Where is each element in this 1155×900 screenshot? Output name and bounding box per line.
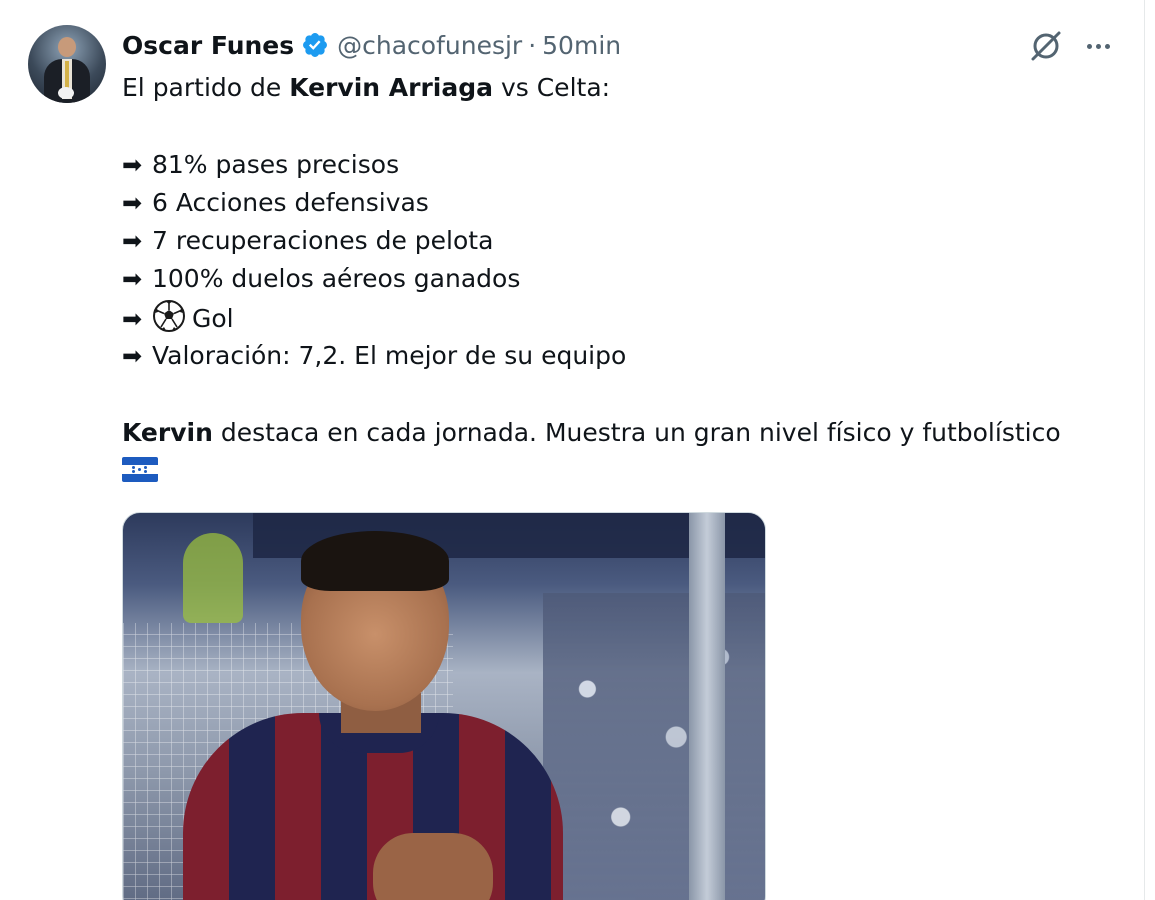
soccer-ball-emoji bbox=[153, 299, 185, 332]
closing-player-name: Kervin bbox=[122, 417, 213, 447]
stat-text: 81% pases precisos bbox=[152, 149, 400, 179]
closing-text: destaca en cada jornada. Muestra un gran… bbox=[212, 417, 1061, 447]
honduras-flag-emoji bbox=[122, 456, 158, 482]
avatar-ball bbox=[58, 87, 74, 99]
tweet-text: El partido de Kervin Arriaga vs Celta: ➡… bbox=[122, 69, 1132, 490]
photo-goal-post bbox=[689, 513, 725, 900]
tweet-closing: Kervin destaca en cada jornada. Muestra … bbox=[122, 414, 1132, 452]
stat-text: Valoración: 7,2. El mejor de su equipo bbox=[152, 341, 627, 371]
arrow-icon: ➡ bbox=[122, 188, 143, 217]
author-name[interactable]: Oscar Funes bbox=[122, 31, 294, 60]
flag-stripe-bottom bbox=[122, 473, 158, 482]
stat-text: 7 recuperaciones de pelota bbox=[152, 226, 494, 256]
stat-line: ➡ Gol bbox=[122, 299, 1132, 337]
more-dot bbox=[1104, 43, 1110, 49]
stat-text: 6 Acciones defensivas bbox=[152, 187, 429, 217]
tweet-photo[interactable] bbox=[122, 512, 766, 900]
flag-line bbox=[122, 452, 1132, 490]
stat-line: ➡ Valoración: 7,2. El mejor de su equipo bbox=[122, 337, 1132, 375]
flag-star bbox=[138, 467, 141, 471]
stat-line: ➡ 100% duelos aéreos ganados bbox=[122, 260, 1132, 298]
more-dot bbox=[1095, 43, 1101, 49]
flag-star bbox=[132, 465, 135, 469]
grok-icon[interactable] bbox=[1027, 27, 1065, 65]
photo-player-hair bbox=[301, 531, 449, 591]
arrow-icon: ➡ bbox=[122, 342, 143, 371]
flag-stripe-top bbox=[122, 456, 158, 466]
stat-line: ➡ 6 Acciones defensivas bbox=[122, 184, 1132, 222]
author-avatar[interactable] bbox=[28, 25, 106, 103]
arrow-icon: ➡ bbox=[122, 304, 143, 333]
arrow-icon: ➡ bbox=[122, 150, 143, 179]
arrow-icon: ➡ bbox=[122, 265, 143, 294]
more-dot bbox=[1086, 43, 1092, 49]
tweet-header: Oscar Funes @chacofunesjr · 50min bbox=[122, 28, 621, 62]
photo-player-hand bbox=[373, 833, 493, 900]
tweet-intro: El partido de Kervin Arriaga vs Celta: bbox=[122, 69, 1132, 107]
flag-stripe-middle bbox=[122, 465, 158, 474]
arrow-icon: ➡ bbox=[122, 227, 143, 256]
verified-badge-icon bbox=[303, 33, 328, 57]
stat-text: 100% duelos aéreos ganados bbox=[152, 264, 521, 294]
intro-tail: vs Celta: bbox=[493, 73, 611, 102]
intro-plain: El partido de bbox=[122, 73, 290, 102]
photo-background-figure bbox=[183, 533, 243, 623]
stat-line: ➡ 81% pases precisos bbox=[122, 146, 1132, 184]
tweet-card[interactable]: Oscar Funes @chacofunesjr · 50min El par… bbox=[0, 0, 1145, 900]
intro-player-name: Kervin Arriaga bbox=[289, 73, 494, 102]
flag-star bbox=[144, 465, 147, 469]
stat-text: Gol bbox=[192, 303, 234, 333]
header-separator: · bbox=[528, 30, 537, 60]
photo-crowd bbox=[543, 593, 765, 900]
stat-line: ➡ 7 recuperaciones de pelota bbox=[122, 222, 1132, 260]
flag-star bbox=[144, 469, 147, 473]
flag-star bbox=[132, 469, 135, 473]
author-handle[interactable]: @chacofunesjr bbox=[337, 31, 522, 60]
avatar-head bbox=[58, 37, 76, 57]
more-icon[interactable] bbox=[1080, 31, 1116, 61]
tweet-timestamp[interactable]: 50min bbox=[542, 31, 621, 60]
